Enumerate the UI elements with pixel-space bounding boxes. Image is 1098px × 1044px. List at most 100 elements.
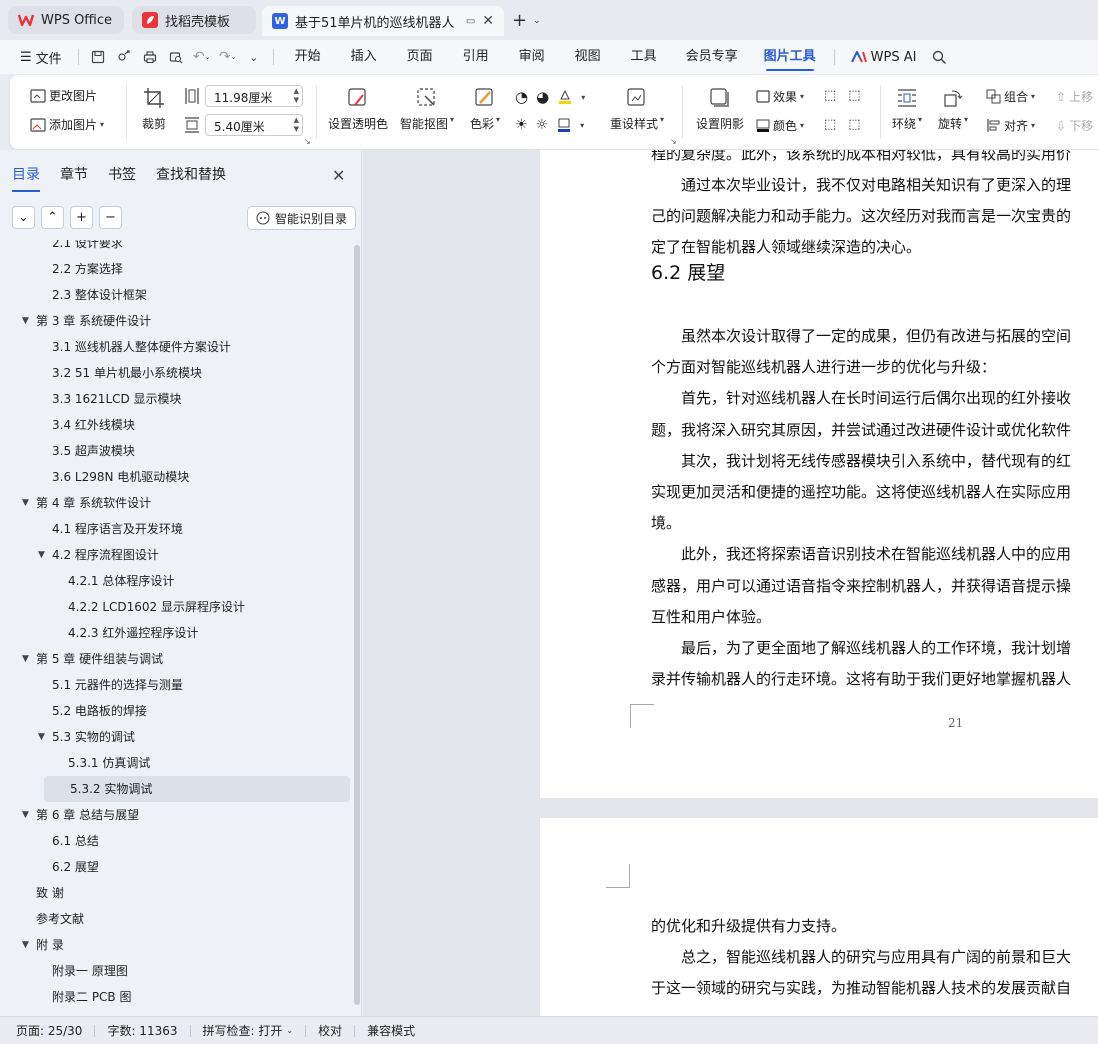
close-tab-icon[interactable]: ✕: [482, 13, 494, 29]
toc-item[interactable]: ▼ 第 4 章 系统软件设计: [22, 490, 151, 516]
decrease-contrast-icon[interactable]: ◕: [536, 88, 549, 106]
smart-toc-button[interactable]: 智能识别目录: [247, 206, 357, 230]
tab-member[interactable]: 会员专享: [672, 40, 752, 74]
border-color-icon[interactable]: [556, 117, 572, 133]
add-picture-button[interactable]: 添加图片 ▾: [30, 116, 104, 133]
toc-item[interactable]: 4.2.2 LCD1602 显示屏程序设计: [54, 594, 245, 620]
collapse-up-button[interactable]: ⌃: [41, 206, 64, 229]
highlight-color-icon[interactable]: [557, 89, 573, 105]
color2-button[interactable]: 颜色 ▾: [756, 117, 804, 134]
increase-contrast-icon[interactable]: ◔: [515, 88, 528, 106]
toc-item[interactable]: 参考文献: [22, 906, 84, 932]
expanded-triangle-icon[interactable]: ▼: [38, 724, 52, 750]
shadow-down-icon[interactable]: ⬚: [848, 88, 860, 103]
wps-ai-button[interactable]: WPS AI: [841, 50, 927, 65]
send-backward-button[interactable]: ⇩ 下移: [1056, 117, 1093, 134]
toc-item[interactable]: 4.2.1 总体程序设计: [54, 568, 174, 594]
toc-item[interactable]: 4.1 程序语言及开发环境: [38, 516, 183, 542]
nav-tab-bookmarks[interactable]: 书签: [108, 164, 136, 192]
shadow-right-icon[interactable]: ⬚: [848, 117, 860, 132]
chevron-down-icon[interactable]: ▾: [580, 121, 584, 130]
reset-style-button[interactable]: 重设样式 ▾: [610, 87, 664, 132]
toc-scrollbar[interactable]: [354, 245, 360, 1005]
tab-review[interactable]: 审阅: [504, 40, 560, 74]
shadow-up-icon[interactable]: ⬚: [824, 88, 836, 103]
undo-icon[interactable]: ↶ ⌄: [189, 45, 215, 69]
dialog-launcher-icon[interactable]: ↘: [670, 137, 677, 146]
tab-view[interactable]: 视图: [560, 40, 616, 74]
toc-item[interactable]: 2.3 整体设计框架: [38, 282, 147, 308]
nav-tab-sections[interactable]: 章节: [60, 164, 88, 192]
print-preview-icon[interactable]: [163, 45, 189, 69]
group-button[interactable]: 组合 ▾: [986, 88, 1035, 105]
chevron-down-icon[interactable]: ▾: [581, 93, 585, 102]
expanded-triangle-icon[interactable]: ▼: [22, 802, 36, 828]
toc-item[interactable]: ▼ 附 录: [22, 932, 64, 958]
smart-cutout-button[interactable]: 智能抠图 ▾: [400, 87, 454, 132]
dialog-launcher-icon[interactable]: ↘: [304, 137, 311, 146]
toc-item[interactable]: ▼ 第 3 章 系统硬件设计: [22, 308, 151, 334]
spin-arrows-icon[interactable]: ▲ ▼: [294, 116, 299, 134]
nav-tab-find-replace[interactable]: 查找和替换: [156, 164, 226, 192]
increase-brightness-icon[interactable]: ☀: [515, 117, 528, 133]
toc-item[interactable]: ▼ 第 6 章 总结与展望: [22, 802, 139, 828]
set-transparent-button[interactable]: 设置透明色: [328, 87, 388, 132]
print-icon[interactable]: [137, 45, 163, 69]
toc-item[interactable]: 3.6 L298N 电机驱动模块: [38, 464, 189, 490]
set-shadow-button[interactable]: 设置阴影: [696, 87, 744, 132]
save-icon[interactable]: [85, 45, 111, 69]
page-count[interactable]: 页面: 25/30: [0, 1022, 94, 1039]
expanded-triangle-icon[interactable]: ▼: [22, 646, 36, 672]
toc-item[interactable]: 2.2 方案选择: [38, 256, 123, 282]
toc-item[interactable]: 5.2 电路板的焊接: [38, 698, 147, 724]
chevron-down-icon[interactable]: ⌄: [533, 16, 541, 26]
tab-picture-tools[interactable]: 图片工具: [752, 40, 828, 74]
toc-item[interactable]: 附录二 PCB 图: [38, 984, 131, 1010]
spin-arrows-icon[interactable]: ▲ ▼: [294, 87, 299, 105]
toc-item[interactable]: 5.1 元器件的选择与测量: [38, 672, 183, 698]
shadow-left-icon[interactable]: ⬚: [824, 117, 836, 132]
redo-icon[interactable]: ↷ ⌄: [215, 45, 241, 69]
expanded-triangle-icon[interactable]: ▼: [22, 932, 36, 958]
add-heading-button[interactable]: +: [70, 206, 93, 229]
tab-wps-office[interactable]: WPS Office: [8, 6, 124, 34]
wrap-button[interactable]: 环绕 ▾: [892, 87, 922, 132]
expanded-triangle-icon[interactable]: ▼: [22, 308, 36, 334]
document-page-21[interactable]: 程的复杂度。此外，该系统的成本相对较低，具有较高的实用价 通过本次毕业设计，我不…: [540, 150, 1098, 798]
height-input[interactable]: 11.98厘米 ▲ ▼: [205, 85, 303, 107]
chevron-down-icon[interactable]: ⌄: [241, 45, 267, 69]
change-picture-button[interactable]: 更改图片: [30, 87, 97, 104]
tab-home[interactable]: 开始: [280, 40, 336, 74]
expanded-triangle-icon[interactable]: ▼: [22, 490, 36, 516]
nav-tab-toc[interactable]: 目录: [12, 164, 40, 192]
tab-page[interactable]: 页面: [392, 40, 448, 74]
tab-docer-templates[interactable]: 找稻壳模板: [132, 6, 256, 34]
toc-item[interactable]: 3.3 1621LCD 显示模块: [38, 386, 182, 412]
toc-item[interactable]: 5.3.1 仿真调试: [54, 750, 150, 776]
tab-current-document[interactable]: W 基于51单片机的巡线机器人 毕 ▭ ✕: [262, 6, 504, 36]
effect-button[interactable]: 效果 ▾: [756, 88, 804, 105]
toc-item[interactable]: 3.2 51 单片机最小系统模块: [38, 360, 202, 386]
crop-button[interactable]: 裁剪: [142, 87, 166, 132]
proofread-button[interactable]: 校对: [306, 1022, 354, 1039]
toc-item[interactable]: 6.2 展望: [38, 854, 99, 880]
file-menu[interactable]: ☰ 文件: [10, 48, 72, 67]
toc-item[interactable]: 2.1 设计要求: [38, 240, 123, 256]
toc-item[interactable]: 附录一 原理图: [38, 958, 128, 984]
toc-item[interactable]: ▼ 4.2 程序流程图设计: [38, 542, 159, 568]
new-tab-button[interactable]: + ⌄: [512, 10, 541, 31]
decrease-brightness-icon[interactable]: ☼: [536, 117, 549, 133]
toc-item[interactable]: 5.3.2 实物调试: [44, 776, 350, 802]
toc-item[interactable]: 4.2.3 红外遥控程序设计: [54, 620, 198, 646]
word-count[interactable]: 字数: 11363: [95, 1022, 189, 1039]
tab-tools[interactable]: 工具: [616, 40, 672, 74]
bring-forward-button[interactable]: ⇧ 上移: [1056, 88, 1093, 105]
export-icon[interactable]: [111, 45, 137, 69]
expanded-triangle-icon[interactable]: ▼: [38, 542, 52, 568]
tab-reference[interactable]: 引用: [448, 40, 504, 74]
toc-item[interactable]: 致 谢: [22, 880, 64, 906]
spell-check-toggle[interactable]: 拼写检查: 打开 ⌄: [191, 1022, 306, 1039]
close-icon[interactable]: ✕: [332, 166, 345, 185]
toc-item[interactable]: 3.1 巡线机器人整体硬件方案设计: [38, 334, 231, 360]
toc-item[interactable]: ▼ 5.3 实物的调试: [38, 724, 135, 750]
